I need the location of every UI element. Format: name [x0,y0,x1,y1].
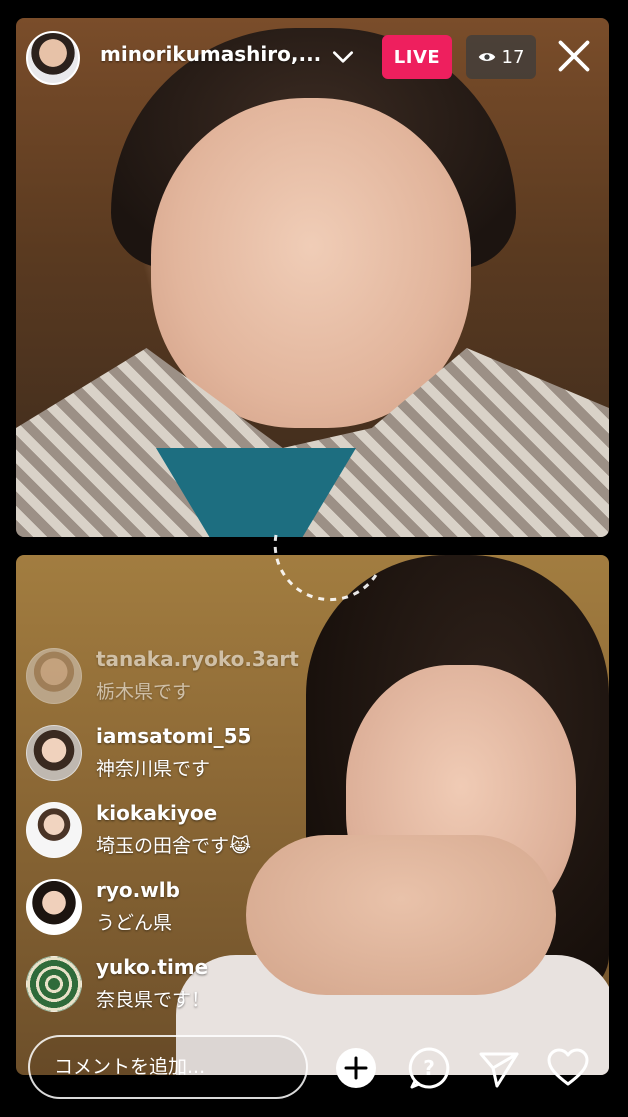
close-icon[interactable] [556,38,592,74]
comment-item: kiokakiyoe 埼玉の田舎です😹 [26,799,386,859]
comment-text: 栃木県です [96,681,192,703]
comment-item: ryo.wlb うどん県 [26,876,386,936]
svg-text:?: ? [423,1056,435,1080]
loading-spinner-icon [273,534,378,602]
comment-username[interactable]: tanaka.ryoko.3art [96,647,299,671]
comment-username[interactable]: iamsatomi_55 [96,724,251,748]
question-icon[interactable]: ? [407,1046,451,1090]
live-badge: LIVE [382,35,452,79]
comment-item: yuko.time 奈良県です！ [26,953,386,1013]
commenter-avatar[interactable] [26,725,82,781]
viewer-count-badge[interactable]: 17 [466,35,536,79]
host-face [151,98,471,428]
comment-username[interactable]: yuko.time [96,955,208,979]
comment-input[interactable]: コメントを追加... [28,1035,308,1099]
eye-icon [478,53,495,61]
heart-icon[interactable] [546,1046,590,1090]
send-icon[interactable] [477,1046,521,1090]
commenter-avatar[interactable] [26,956,82,1012]
comment-username[interactable]: kiokakiyoe [96,801,217,825]
commenter-avatar[interactable] [26,648,82,704]
comment-text: うどん県 [96,912,173,934]
host-username[interactable]: minorikumashiro,... [100,42,325,66]
viewer-count: 17 [501,46,525,68]
commenter-avatar[interactable] [26,879,82,935]
commenter-avatar[interactable] [26,802,82,858]
chevron-down-icon[interactable] [330,44,356,70]
add-icon[interactable] [334,1046,378,1090]
comment-username[interactable]: ryo.wlb [96,878,180,902]
comment-text: 埼玉の田舎です😹 [96,835,252,857]
comment-item: tanaka.ryoko.3art 栃木県です [26,645,386,705]
comment-text: 奈良県です！ [96,989,211,1011]
comment-item: iamsatomi_55 神奈川県です [26,722,386,782]
comment-text: 神奈川県です [96,758,211,780]
host-video [16,18,609,537]
host-avatar[interactable] [26,31,80,85]
